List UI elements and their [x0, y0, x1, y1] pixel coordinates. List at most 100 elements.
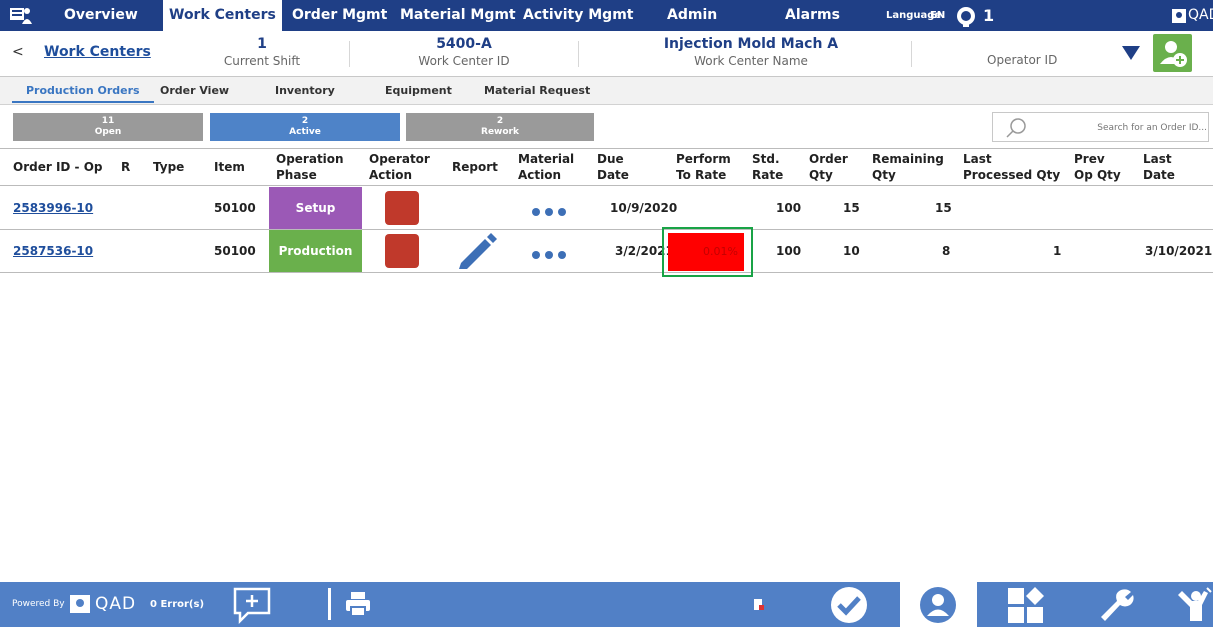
col-label: Action	[369, 168, 413, 182]
operator-id-field[interactable]: Operator ID	[987, 53, 1057, 67]
col-report[interactable]: Report	[452, 159, 498, 175]
qad-logo-icon	[1172, 8, 1186, 23]
print-icon[interactable]	[345, 590, 371, 618]
col-order-qty[interactable]: Order Qty	[809, 151, 848, 183]
tab-admin[interactable]: Admin	[661, 0, 723, 31]
col-label: Last	[963, 152, 992, 166]
col-std-rate[interactable]: Std. Rate	[752, 151, 783, 183]
work-centers-link[interactable]: Work Centers	[44, 44, 151, 60]
last-date-cell: 3/10/2021	[1145, 244, 1213, 258]
col-perform-to-rate[interactable]: Perform To Rate	[676, 151, 731, 183]
back-button[interactable]: <	[12, 44, 24, 60]
powered-by-label: Powered By	[12, 599, 65, 609]
col-last-date[interactable]: Last Date	[1143, 151, 1175, 183]
tab-equipment[interactable]: Equipment	[385, 77, 452, 103]
operator-dropdown-icon[interactable]	[1122, 46, 1140, 60]
current-shift: 1 Current Shift	[215, 35, 309, 69]
tab-material-request[interactable]: Material Request	[484, 77, 590, 103]
wc-name-label: Work Center Name	[694, 54, 808, 68]
col-label: Action	[518, 168, 562, 182]
highlight-outline	[662, 227, 753, 277]
material-action-menu-icon[interactable]	[532, 205, 572, 216]
col-label: Material	[518, 152, 575, 166]
tab-order-view[interactable]: Order View	[160, 77, 229, 103]
search-input[interactable]	[1053, 118, 1207, 138]
tab-production-orders[interactable]: Production Orders	[12, 77, 154, 103]
tab-order-mgmt[interactable]: Order Mgmt	[286, 0, 393, 31]
error-count[interactable]: 0 Error(s)	[150, 582, 204, 627]
alarm-count[interactable]: 1	[983, 0, 994, 31]
last-processed-qty-cell: 1	[1053, 244, 1062, 258]
table-row[interactable]: 2583996-10 50100 Setup 10/9/2020 100 15 …	[0, 187, 1213, 230]
col-label: Std.	[752, 152, 780, 166]
order-id[interactable]: 2587536-10	[13, 244, 93, 258]
filter-rework-button[interactable]: 2 Rework	[406, 113, 594, 141]
work-center-info-bar: < Work Centers 1 Current Shift 5400-A Wo…	[0, 31, 1213, 77]
wrench-icon[interactable]	[1095, 587, 1135, 623]
col-label: Qty	[809, 168, 833, 182]
col-label: Operator	[369, 152, 430, 166]
col-label: Date	[1143, 168, 1175, 182]
material-action-menu-icon[interactable]	[532, 248, 572, 259]
footer-brand: QAD	[95, 594, 137, 614]
tab-work-centers[interactable]: Work Centers	[163, 0, 282, 31]
col-order-id[interactable]: Order ID - Op	[13, 159, 103, 175]
filter-open-button[interactable]: 11 Open	[13, 113, 203, 141]
station-icon[interactable]	[10, 5, 32, 25]
pencil-icon[interactable]	[457, 233, 497, 271]
col-r[interactable]: R	[121, 159, 130, 175]
col-due-date[interactable]: Due Date	[597, 151, 629, 183]
order-search[interactable]	[992, 112, 1209, 142]
check-icon[interactable]	[828, 585, 870, 625]
operation-phase-badge[interactable]: Setup	[269, 187, 362, 229]
order-id[interactable]: 2583996-10	[13, 201, 93, 215]
operator-icon	[920, 587, 956, 623]
brand-text: QAD	[1188, 7, 1213, 23]
col-label: Last	[1143, 152, 1172, 166]
operation-phase-badge[interactable]: Production	[269, 230, 362, 272]
col-prev-op-qty[interactable]: Prev Op Qty	[1074, 151, 1121, 183]
remaining-qty-cell: 15	[935, 201, 952, 215]
add-operator-button[interactable]	[1153, 34, 1192, 72]
shift-value: 1	[257, 36, 267, 52]
col-label: Qty	[872, 168, 896, 182]
dashboard-icon[interactable]	[1006, 586, 1046, 624]
col-label: Due	[597, 152, 624, 166]
operator-action-button[interactable]	[385, 234, 419, 268]
worker-icon[interactable]	[1176, 587, 1213, 623]
order-qty-cell: 10	[843, 244, 860, 258]
table-header: Order ID - Op R Type Item Operation Phase…	[0, 148, 1213, 186]
operator-view-button[interactable]	[900, 582, 977, 627]
add-comment-icon[interactable]	[232, 586, 272, 624]
rework-label: Rework	[481, 127, 519, 137]
col-material-action[interactable]: Material Action	[518, 151, 574, 183]
operator-action-button[interactable]	[385, 191, 419, 225]
shift-label: Current Shift	[223, 54, 301, 68]
tab-material-mgmt[interactable]: Material Mgmt	[394, 0, 522, 31]
filter-active-button[interactable]: 2 Active	[210, 113, 400, 141]
col-operation-phase[interactable]: Operation Phase	[276, 151, 344, 183]
order-id-link[interactable]: 2583996-10	[13, 187, 93, 229]
col-type[interactable]: Type	[153, 159, 184, 175]
lightbulb-icon[interactable]	[955, 5, 977, 27]
table-row[interactable]: 2587536-10 50100 Production 3/2/2021 0.0…	[0, 230, 1213, 273]
rework-count: 2	[496, 116, 504, 126]
wc-id-value: 5400-A	[436, 36, 492, 52]
brand-logo: QAD	[1172, 0, 1213, 31]
std-rate-cell: 100	[776, 244, 802, 258]
col-last-processed-qty[interactable]: Last Processed Qty	[963, 151, 1060, 183]
std-rate-cell: 100	[776, 201, 802, 215]
tab-activity-mgmt[interactable]: Activity Mgmt	[517, 0, 639, 31]
tab-overview[interactable]: Overview	[58, 0, 144, 31]
col-label: Remaining	[872, 152, 944, 166]
order-id-link[interactable]: 2587536-10	[13, 230, 93, 272]
col-remaining-qty[interactable]: Remaining Qty	[872, 151, 944, 183]
tab-alarms[interactable]: Alarms	[779, 0, 846, 31]
col-operator-action[interactable]: Operator Action	[369, 151, 430, 183]
tab-inventory[interactable]: Inventory	[275, 77, 335, 103]
document-icon[interactable]	[753, 598, 765, 611]
col-item[interactable]: Item	[214, 159, 245, 175]
active-count: 2	[301, 116, 309, 126]
language-selector[interactable]: EN	[930, 0, 945, 31]
col-label: Phase	[276, 168, 317, 182]
